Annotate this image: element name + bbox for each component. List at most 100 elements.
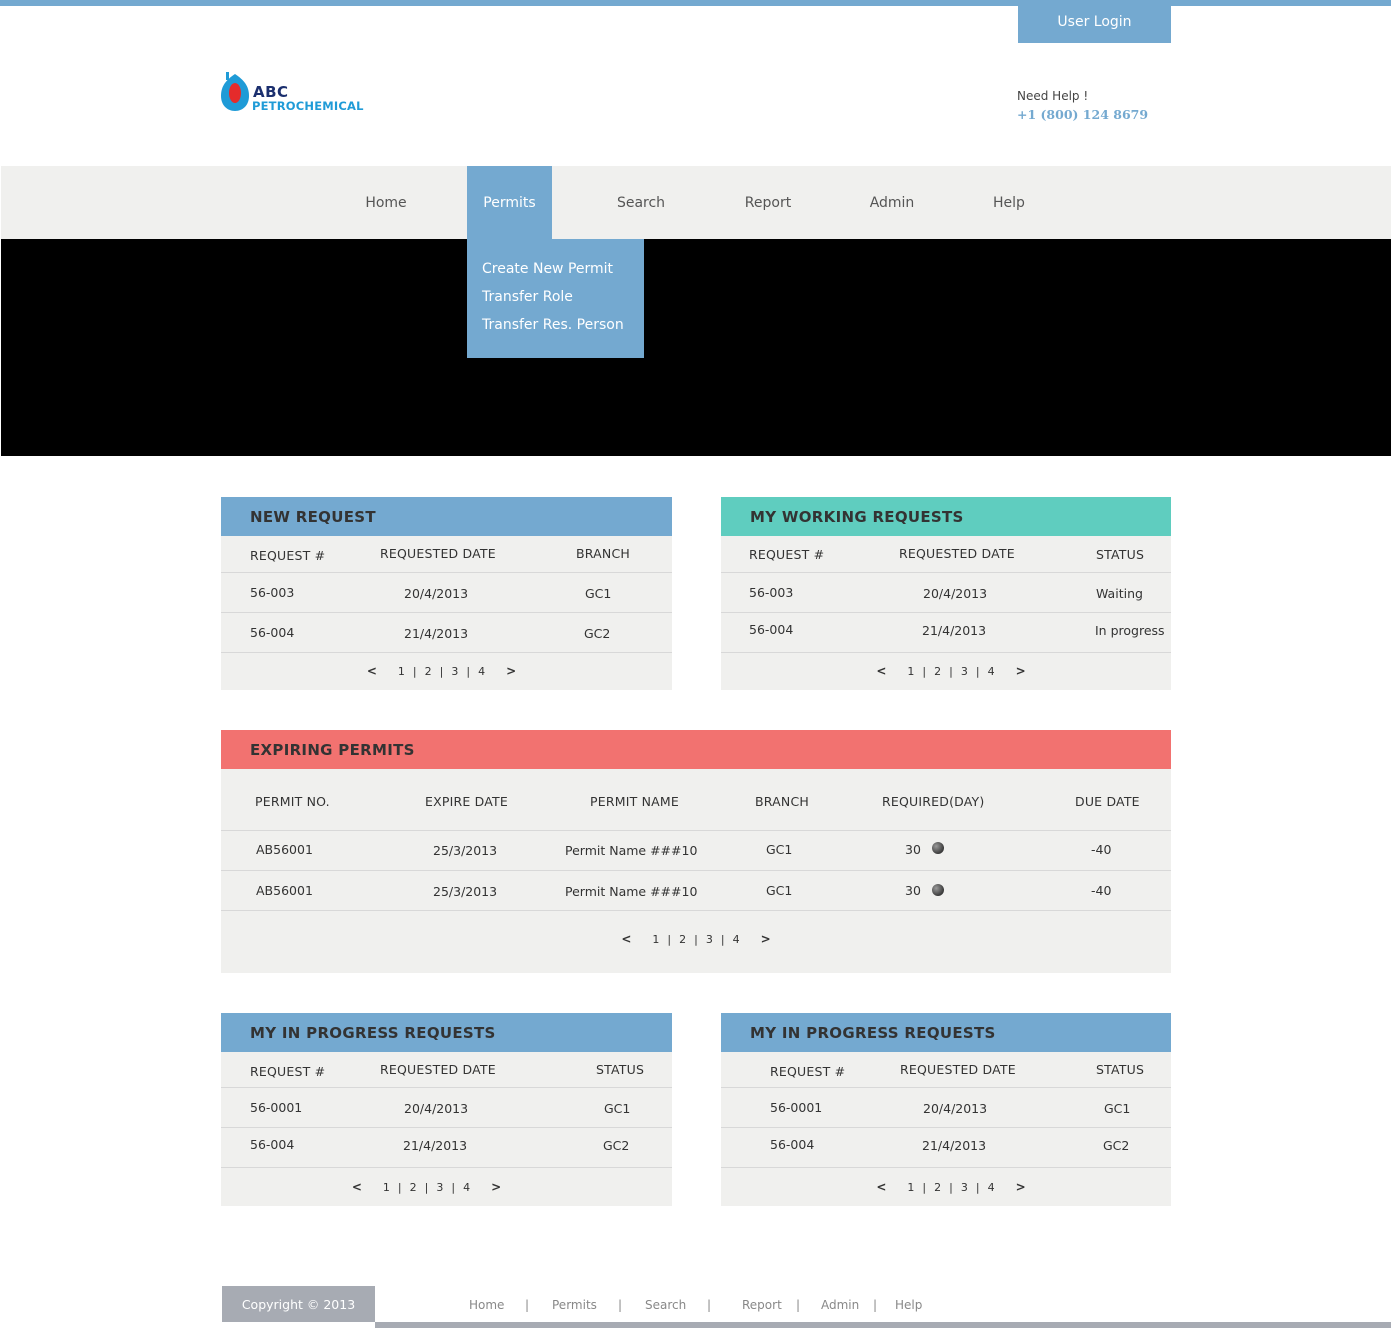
menu-transfer-res-person[interactable]: Transfer Res. Person (467, 315, 644, 343)
prev-page-button[interactable]: < (367, 664, 377, 678)
permit-name: Permit Name ###10 (565, 843, 698, 858)
page-link[interactable]: 1 (907, 1181, 914, 1194)
page-link[interactable]: 3 (436, 1181, 443, 1194)
table-row[interactable]: 56-0001 20/4/2013 GC1 (721, 1088, 1171, 1128)
table-row[interactable]: 56-003 20/4/2013 GC1 (221, 573, 672, 613)
column-header: STATUS (1096, 1062, 1145, 1077)
page-link[interactable]: 3 (706, 933, 713, 946)
request-number[interactable]: 56-004 (250, 625, 294, 640)
required-days: 30 (905, 842, 921, 857)
footer-link-permits[interactable]: Permits (552, 1298, 597, 1312)
prev-page-button[interactable]: < (876, 664, 886, 678)
footer-link-search[interactable]: Search (645, 1298, 686, 1312)
nav-permits[interactable]: Permits (467, 166, 552, 239)
nav-help[interactable]: Help (969, 166, 1049, 239)
page-link[interactable]: 3 (961, 1181, 968, 1194)
next-page-button[interactable]: > (506, 664, 516, 678)
page-link[interactable]: 4 (988, 665, 995, 678)
request-number[interactable]: 56-004 (749, 622, 793, 637)
permit-name: Permit Name ###10 (565, 884, 698, 899)
request-number[interactable]: 56-003 (250, 585, 294, 600)
page-link[interactable]: 2 (934, 665, 941, 678)
page-separator: | (397, 1180, 402, 1194)
menu-create-new-permit[interactable]: Create New Permit (467, 259, 644, 287)
nav-search[interactable]: Search (601, 166, 681, 239)
permit-number[interactable]: AB56001 (256, 842, 313, 857)
page-link[interactable]: 1 (652, 933, 659, 946)
panel-title: MY IN PROGRESS REQUESTS (221, 1013, 672, 1052)
page-link[interactable]: 2 (425, 665, 432, 678)
footer-link-admin[interactable]: Admin (821, 1298, 859, 1312)
footer-link-report[interactable]: Report (742, 1298, 782, 1312)
page-link[interactable]: 1 (398, 665, 405, 678)
next-page-button[interactable]: > (491, 1180, 501, 1194)
pagination: < 1 | 2 | 3 | 4 > (221, 1180, 672, 1194)
column-header: REQUESTED DATE (899, 546, 1015, 561)
column-header: REQUESTED DATE (380, 1062, 496, 1077)
page-separator: | (667, 932, 672, 946)
page-link[interactable]: 1 (383, 1181, 390, 1194)
hero-banner (1, 239, 1391, 456)
table-header-row: PERMIT NO. EXPIRE DATE PERMIT NAME BRANC… (221, 769, 1171, 831)
nav-report[interactable]: Report (728, 166, 808, 239)
menu-transfer-role[interactable]: Transfer Role (467, 287, 644, 315)
next-page-button[interactable]: > (761, 932, 771, 946)
page-link[interactable]: 4 (733, 933, 740, 946)
page-link[interactable]: 4 (463, 1181, 470, 1194)
column-header: BRANCH (755, 794, 809, 809)
footer-separator: | (873, 1298, 878, 1312)
page-link[interactable]: 3 (451, 665, 458, 678)
status-dot-icon (932, 884, 944, 896)
page-link[interactable]: 1 (907, 665, 914, 678)
request-number[interactable]: 56-003 (749, 585, 793, 600)
status: GC2 (603, 1138, 630, 1153)
table-row[interactable]: 56-004 21/4/2013 GC2 (221, 613, 672, 653)
table-row[interactable]: 56-0001 20/4/2013 GC1 (221, 1088, 672, 1128)
prev-page-button[interactable]: < (876, 1180, 886, 1194)
table-row[interactable]: 56-003 20/4/2013 Waiting (721, 573, 1171, 613)
request-number[interactable]: 56-0001 (250, 1100, 302, 1115)
new-request-panel: NEW REQUEST REQUEST # REQUESTED DATE BRA… (221, 497, 672, 690)
next-page-button[interactable]: > (1016, 1180, 1026, 1194)
pagination: < 1 | 2 | 3 | 4 > (221, 664, 672, 678)
page-link[interactable]: 4 (478, 665, 485, 678)
footer-link-home[interactable]: Home (469, 1298, 504, 1312)
logo-mark-icon (221, 72, 249, 111)
table-header-row: REQUEST # REQUESTED DATE STATUS (221, 1052, 672, 1088)
footer-link-help[interactable]: Help (895, 1298, 922, 1312)
page-separator: | (975, 664, 980, 678)
table-row[interactable]: AB56001 25/3/2013 Permit Name ###10 GC1 … (221, 871, 1171, 911)
page-link[interactable]: 2 (679, 933, 686, 946)
page-link[interactable]: 2 (410, 1181, 417, 1194)
table-row[interactable]: 56-004 21/4/2013 GC2 (721, 1128, 1171, 1168)
table-row[interactable]: 56-004 21/4/2013 GC2 (221, 1128, 672, 1168)
request-number[interactable]: 56-004 (250, 1137, 294, 1152)
column-header: PERMIT NO. (255, 794, 330, 809)
request-number[interactable]: 56-0001 (770, 1100, 822, 1115)
branch: GC1 (766, 842, 793, 857)
pagination: < 1 | 2 | 3 | 4 > (721, 664, 1171, 678)
page-link[interactable]: 3 (961, 665, 968, 678)
expire-date: 25/3/2013 (433, 884, 498, 899)
column-header: REQUEST # (250, 548, 326, 563)
help-phone[interactable]: +1 (800) 124 8679 (1017, 107, 1148, 122)
user-login-button[interactable]: User Login (1018, 0, 1171, 43)
nav-admin[interactable]: Admin (852, 166, 932, 239)
table-row[interactable]: AB56001 25/3/2013 Permit Name ###10 GC1 … (221, 831, 1171, 871)
table-row[interactable]: 56-004 21/4/2013 In progress (721, 613, 1171, 653)
request-number[interactable]: 56-004 (770, 1137, 814, 1152)
permit-number[interactable]: AB56001 (256, 883, 313, 898)
prev-page-button[interactable]: < (352, 1180, 362, 1194)
footer-separator: | (525, 1298, 530, 1312)
prev-page-button[interactable]: < (621, 932, 631, 946)
next-page-button[interactable]: > (1016, 664, 1026, 678)
column-header: STATUS (596, 1062, 645, 1077)
page-separator: | (949, 664, 953, 678)
page-separator: | (975, 1180, 980, 1194)
page-link[interactable]: 4 (988, 1181, 995, 1194)
nav-home[interactable]: Home (346, 166, 426, 239)
page-separator: | (451, 1180, 456, 1194)
company-logo[interactable]: ABC PETROCHEMICAL (220, 72, 363, 114)
page-link[interactable]: 2 (934, 1181, 941, 1194)
column-header: STATUS (1096, 547, 1145, 562)
